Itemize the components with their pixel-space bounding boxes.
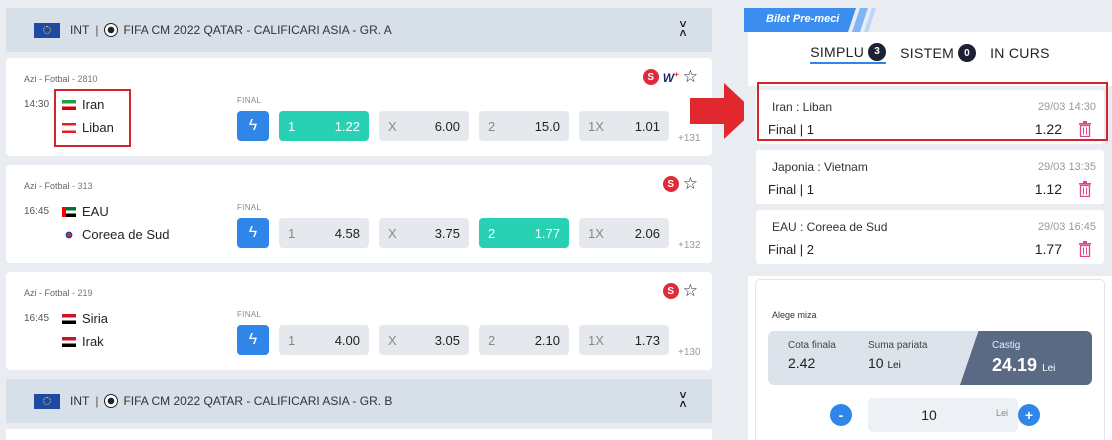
tab-in-curs[interactable]: IN CURS — [990, 42, 1050, 64]
country-label: INT — [70, 23, 90, 37]
tab-sistem[interactable]: SISTEM 0 — [900, 42, 977, 64]
bet-odds: 1.77 — [1034, 241, 1062, 257]
stats-icon[interactable]: S — [642, 69, 659, 85]
odd-button-2[interactable]: 2 15.0 — [479, 111, 569, 141]
uae-flag-icon — [62, 206, 76, 217]
highlight-annotation-bet — [757, 82, 1108, 141]
odd-button-1[interactable]: 1 4.00 — [279, 325, 369, 355]
odd-button-2[interactable]: 2 2.10 — [479, 325, 569, 355]
increase-stake-button[interactable]: + — [1018, 404, 1040, 426]
potential-win: Castig 24.19 Lei — [960, 331, 1092, 385]
away-team[interactable]: Irak — [62, 334, 104, 349]
more-markets-link[interactable]: +132 — [678, 240, 701, 251]
league-label: Azi - Fotbal - 2810 — [24, 74, 98, 84]
odd-button-1[interactable]: 1 1.22 — [279, 111, 369, 141]
quick-bet-bolt-icon[interactable]: ϟ — [237, 218, 269, 248]
collapse-icon[interactable]: ˅ ˄ — [676, 389, 690, 411]
match-time: 14:30 — [24, 99, 50, 110]
home-team[interactable]: Siria — [62, 311, 108, 326]
odd-button-2[interactable]: 2 1.77 — [479, 218, 569, 248]
competition-name: FIFA CM 2022 QATAR - CALIFICARI ASIA - G… — [123, 23, 392, 37]
favorite-star-icon[interactable]: ☆ — [683, 175, 698, 192]
collapse-icon[interactable]: ˅ ˄ — [676, 18, 690, 40]
trash-icon[interactable] — [1078, 181, 1092, 197]
odd-button-x[interactable]: X 3.75 — [379, 218, 469, 248]
int-flag-icon — [34, 393, 60, 409]
winner-plus-icon[interactable]: W+ — [663, 70, 679, 85]
stats-icon[interactable]: S — [662, 176, 679, 192]
stake-amount: Suma pariata 10 Lei — [868, 340, 928, 371]
trash-icon[interactable] — [1078, 241, 1092, 257]
tab-simplu[interactable]: SIMPLU 3 — [810, 42, 887, 64]
mode-tabs: SIMPLU 3 SISTEM 0 IN CURS — [748, 42, 1112, 64]
bet-odds: 1.12 — [1034, 181, 1062, 197]
quick-bet-bolt-icon[interactable]: ϟ — [237, 111, 269, 141]
match-time: 16:45 — [24, 206, 50, 217]
market-label: FINAL — [237, 203, 262, 212]
odd-button-x[interactable]: X 6.00 — [379, 111, 469, 141]
away-team[interactable]: Coreea de Sud — [62, 227, 169, 242]
stake-input[interactable]: 10 Lei — [868, 398, 1018, 432]
bet-item: EAU : Coreea de Sud 29/03 16:45 Final | … — [756, 210, 1104, 264]
odd-button-1[interactable]: 1 4.58 — [279, 218, 369, 248]
country-label: INT — [70, 394, 90, 408]
stake-panel: Alege miza Cota finala 2.42 Suma pariata… — [756, 280, 1104, 440]
bet-teams: EAU : Coreea de Sud — [772, 220, 888, 234]
odd-button-1x[interactable]: 1X 1.73 — [579, 325, 669, 355]
int-flag-icon — [34, 22, 60, 38]
next-match-card-edge — [6, 429, 712, 440]
competition-header-b[interactable]: INT | FIFA CM 2022 QATAR - CALIFICARI AS… — [6, 379, 712, 423]
football-icon — [104, 23, 119, 37]
count-badge: 3 — [868, 42, 887, 61]
match-card-siria-irak: Azi - Fotbal - 219 S ☆ 16:45 Siria Irak … — [6, 272, 712, 370]
bet-summary: Cota finala 2.42 Suma pariata 10 Lei Cas… — [768, 331, 1092, 385]
league-label: Azi - Fotbal - 219 — [24, 288, 93, 298]
market-label: FINAL — [237, 96, 262, 105]
competition-name: FIFA CM 2022 QATAR - CALIFICARI ASIA - G… — [123, 394, 393, 408]
favorite-star-icon[interactable]: ☆ — [683, 282, 698, 299]
slip-tab-strip: Bilet Pre-meci — [744, 8, 1112, 32]
odd-button-x[interactable]: X 3.05 — [379, 325, 469, 355]
total-odds: Cota finala 2.42 — [788, 340, 836, 371]
syria-flag-icon — [62, 313, 76, 324]
more-markets-link[interactable]: +130 — [678, 347, 701, 358]
stake-stepper: - 10 Lei + — [756, 398, 1104, 432]
match-time: 16:45 — [24, 313, 50, 324]
highlight-annotation-teams — [54, 89, 131, 147]
odd-button-1x[interactable]: 1X 1.01 — [579, 111, 669, 141]
tab-pre-match[interactable]: Bilet Pre-meci — [744, 8, 856, 32]
football-icon — [104, 394, 119, 408]
separator: | — [95, 394, 99, 408]
quick-bet-bolt-icon[interactable]: ϟ — [237, 325, 269, 355]
league-label: Azi - Fotbal - 313 — [24, 181, 93, 191]
match-card-eau-coreea: Azi - Fotbal - 313 S ☆ 16:45 EAU Coreea … — [6, 165, 712, 263]
iraq-flag-icon — [62, 336, 76, 347]
bet-teams: Japonia : Vietnam — [772, 160, 868, 174]
bet-market: Final | 1 — [768, 182, 815, 197]
bet-datetime: 29/03 13:35 — [1037, 161, 1096, 173]
market-label: FINAL — [237, 310, 262, 319]
bet-item: Japonia : Vietnam 29/03 13:35 Final | 1 … — [756, 150, 1104, 204]
competition-header-a[interactable]: INT | FIFA CM 2022 QATAR - CALIFICARI AS… — [6, 8, 712, 52]
stake-title: Alege miza — [772, 310, 817, 320]
bet-datetime: 29/03 16:45 — [1037, 221, 1096, 233]
stats-icon[interactable]: S — [662, 283, 679, 299]
south-korea-flag-icon — [62, 229, 76, 240]
separator: | — [95, 23, 99, 37]
bet-slip-panel: Bilet Pre-meci SIMPLU 3 SISTEM 0 IN CURS I… — [744, 0, 1112, 440]
bet-market: Final | 2 — [768, 242, 815, 257]
home-team[interactable]: EAU — [62, 204, 109, 219]
decrease-stake-button[interactable]: - — [830, 404, 852, 426]
odd-button-1x[interactable]: 1X 2.06 — [579, 218, 669, 248]
count-badge: 0 — [958, 44, 977, 62]
